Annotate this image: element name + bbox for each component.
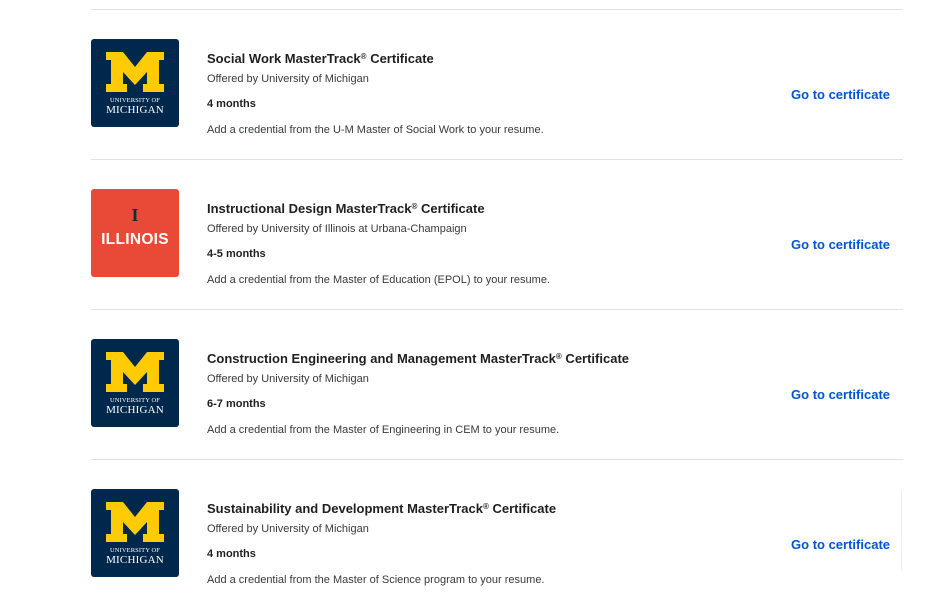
certificate-title-text: Social Work MasterTrack (207, 51, 361, 66)
certificate-description: Add a credential from the Master of Scie… (207, 574, 545, 586)
certificate-title-text: Instructional Design MasterTrack (207, 201, 412, 216)
certificate-title-suffix: Certificate (488, 501, 557, 516)
block-m-icon (106, 502, 164, 542)
logo-michigan-text: MICHIGAN (106, 404, 164, 416)
go-to-certificate-link[interactable]: Go to certificate (791, 537, 890, 552)
certificate-description: Add a credential from the Master of Engi… (207, 424, 560, 436)
duration-text: 4-5 months (207, 248, 266, 260)
duration-text: 6-7 months (207, 398, 266, 410)
go-to-certificate-link[interactable]: Go to certificate (791, 237, 890, 252)
certificate-title-suffix: Certificate (561, 351, 630, 366)
certificate-description: Add a credential from the Master of Educ… (207, 274, 550, 286)
certificate-card: UNIVERSITY OF MICHIGAN Sustainability an… (91, 460, 903, 610)
go-to-certificate-link[interactable]: Go to certificate (791, 87, 890, 102)
duration-text: 4 months (207, 98, 256, 110)
offered-by-text: Offered by University of Michigan (207, 373, 369, 385)
block-m-icon (106, 352, 164, 392)
certificate-description: Add a credential from the U-M Master of … (207, 124, 544, 136)
block-i-icon: I (131, 205, 139, 225)
certificate-title[interactable]: Sustainability and Development MasterTra… (207, 501, 556, 516)
container-edge (901, 491, 902, 571)
certificate-title[interactable]: Construction Engineering and Management … (207, 351, 629, 366)
certificate-title-suffix: Certificate (366, 51, 434, 66)
logo-illinois-text: ILLINOIS (101, 231, 169, 248)
logo-university-text: UNIVERSITY OF (110, 397, 160, 404)
university-of-michigan-logo[interactable]: UNIVERSITY OF MICHIGAN (91, 489, 179, 577)
offered-by-text: Offered by University of Illinois at Urb… (207, 223, 467, 235)
duration-text: 4 months (207, 548, 256, 560)
university-of-michigan-logo[interactable]: UNIVERSITY OF MICHIGAN (91, 39, 179, 127)
university-of-illinois-logo[interactable]: I ILLINOIS (91, 189, 179, 277)
certificate-title[interactable]: Social Work MasterTrack® Certificate (207, 51, 434, 66)
logo-university-text: UNIVERSITY OF (110, 547, 160, 554)
block-m-icon (106, 52, 164, 92)
offered-by-text: Offered by University of Michigan (207, 523, 369, 535)
certificate-card: UNIVERSITY OF MICHIGAN Construction Engi… (91, 310, 903, 460)
certificate-card: UNIVERSITY OF MICHIGAN Social Work Maste… (91, 10, 903, 160)
go-to-certificate-link[interactable]: Go to certificate (791, 387, 890, 402)
certificate-card: I ILLINOIS Instructional Design MasterTr… (91, 160, 903, 310)
certificate-title-text: Sustainability and Development MasterTra… (207, 501, 483, 516)
offered-by-text: Offered by University of Michigan (207, 73, 369, 85)
certificate-title[interactable]: Instructional Design MasterTrack® Certif… (207, 201, 485, 216)
logo-michigan-text: MICHIGAN (106, 554, 164, 566)
certificate-title-suffix: Certificate (417, 201, 485, 216)
certificate-title-text: Construction Engineering and Management … (207, 351, 556, 366)
logo-michigan-text: MICHIGAN (106, 104, 164, 116)
university-of-michigan-logo[interactable]: UNIVERSITY OF MICHIGAN (91, 339, 179, 427)
logo-university-text: UNIVERSITY OF (110, 97, 160, 104)
